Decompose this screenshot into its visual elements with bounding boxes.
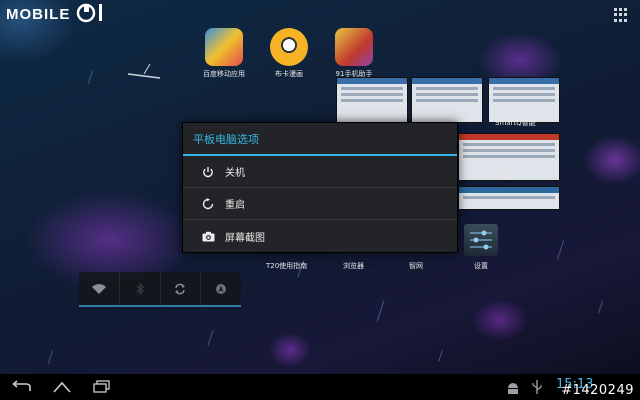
back-button[interactable] (12, 379, 32, 395)
settings-app-icon[interactable] (464, 224, 498, 256)
location-toggle[interactable] (201, 272, 241, 305)
analog-clock-widget (120, 56, 170, 96)
dock-app-label: 浏览器 (343, 262, 364, 270)
back-icon (12, 380, 31, 391)
dock-app-label: 智网 (409, 262, 423, 270)
system-navigation-bar (0, 374, 640, 400)
recent-app-thumbnail[interactable] (411, 77, 483, 123)
app-label: 布卡漫画 (275, 70, 303, 78)
recent-app-thumbnail[interactable] (458, 186, 560, 210)
power-icon (201, 165, 215, 179)
baidu-app-icon (205, 28, 243, 66)
home-app-buka[interactable]: 布卡漫画 (257, 28, 321, 79)
recents-icon (93, 380, 110, 393)
wifi-icon (91, 283, 106, 294)
restart-label: 重启 (225, 200, 245, 211)
buka-comic-icon (270, 28, 308, 66)
bluetooth-toggle[interactable] (120, 272, 161, 305)
power-off-item[interactable]: 关机 (183, 156, 457, 188)
camera-icon (201, 229, 215, 243)
recent-app-thumbnail[interactable] (488, 77, 560, 123)
restart-item[interactable]: 重启 (183, 188, 457, 220)
location-icon (216, 283, 227, 294)
usb-icon (532, 379, 542, 395)
bluetooth-icon (136, 282, 144, 295)
sync-toggle[interactable] (161, 272, 202, 305)
dock-app-label: 设置 (474, 262, 488, 270)
dock-app-label: T20使用指南 (266, 262, 308, 270)
wifi-toggle[interactable] (79, 272, 120, 305)
recent-app-label: 网易 (500, 173, 514, 181)
watermark-logo: MOBILE (6, 3, 102, 23)
tablet-options-dialog: 平板电脑选项 关机 重启 屏幕截图 (182, 122, 458, 253)
power-off-label: 关机 (225, 168, 245, 179)
screenshot-label: 屏幕截图 (225, 232, 265, 244)
restart-icon (201, 197, 215, 211)
recent-apps-button[interactable] (92, 379, 112, 395)
svg-text:MOBILE: MOBILE (6, 6, 70, 23)
sync-icon (175, 283, 186, 294)
quick-settings-bar (79, 272, 241, 307)
all-apps-icon[interactable] (614, 8, 628, 22)
recent-app-label: SmartQ智能 (495, 119, 536, 127)
recent-app-thumbnail[interactable] (336, 77, 408, 123)
watermark-post-id: #1420249 (561, 383, 634, 398)
home-icon (53, 381, 71, 393)
home-app-91[interactable]: 91手机助手 (322, 28, 386, 79)
91-assistant-icon (335, 28, 373, 66)
home-app-baidu[interactable]: 百度移动应用 (192, 28, 256, 79)
app-label: 百度移动应用 (203, 70, 245, 78)
home-button[interactable] (52, 379, 72, 395)
dialog-title: 平板电脑选项 (183, 123, 457, 156)
android-debug-icon (506, 380, 520, 394)
screenshot-item[interactable]: 屏幕截图 (183, 220, 457, 252)
